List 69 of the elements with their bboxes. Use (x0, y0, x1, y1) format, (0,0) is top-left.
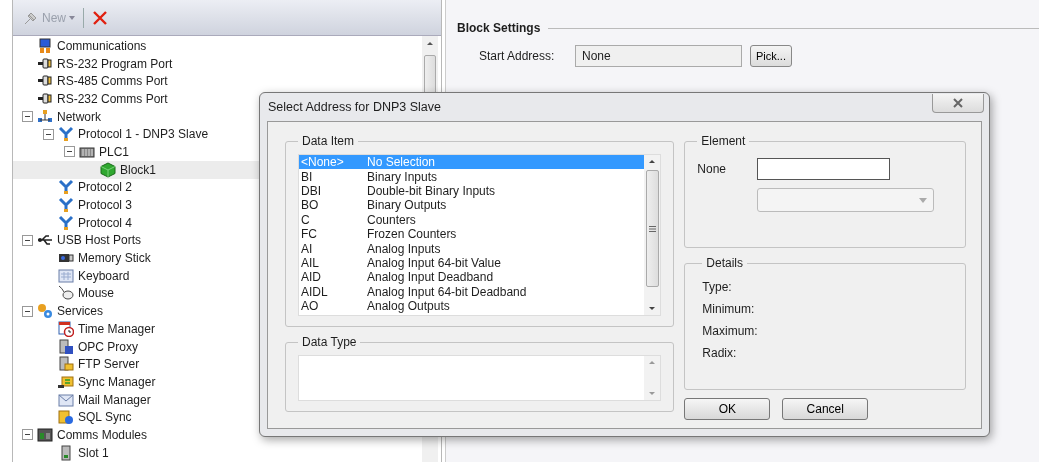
list-item[interactable]: DBI Double-bit Binary Inputs (299, 183, 645, 199)
fork-icon (58, 214, 74, 231)
network-icon (37, 108, 53, 125)
element-field[interactable] (757, 158, 891, 180)
section-title: Block Settings (457, 21, 541, 35)
tree-item[interactable]: Sync Manager (13, 373, 422, 391)
fork-icon (58, 197, 74, 214)
cube-icon (100, 161, 116, 178)
data-item-list[interactable] (298, 154, 662, 316)
dropdown-arrow-icon (919, 197, 928, 203)
element-label: None (697, 162, 727, 176)
collapse-icon[interactable] (22, 234, 33, 246)
fork-icon (58, 126, 74, 143)
list-item[interactable]: AIDL Analog Input 64-bit Deadband (299, 284, 645, 299)
start-address-field[interactable]: None (575, 45, 742, 67)
collapse-icon[interactable] (22, 305, 33, 317)
list-item[interactable]: BO Binary Outputs (299, 198, 645, 213)
tree-item[interactable]: FTP Server (13, 355, 422, 374)
detail-label: Minimum: (702, 302, 756, 316)
detail-label: Maximum: (702, 324, 759, 338)
list-item[interactable]: AID Analog Input Deadband (299, 270, 645, 285)
keyboard-icon (58, 267, 74, 284)
dialog-title: Select Address for DNP3 Slave (268, 100, 442, 114)
caret-icon (69, 15, 75, 20)
database-folder-icon (58, 409, 74, 426)
tree-item[interactable]: Time Manager (13, 320, 422, 338)
group-title: Details (705, 256, 744, 270)
connector-icon (37, 55, 53, 72)
collapse-icon[interactable] (43, 128, 54, 140)
card-slot-icon (58, 444, 74, 461)
list-item[interactable]: AIL Analog Input 64-bit Value (299, 255, 645, 271)
tree-item[interactable]: Mail Manager (13, 390, 422, 409)
detail-label: Radix: (702, 346, 738, 360)
x-icon (92, 9, 108, 26)
list-item[interactable]: AI Analog Inputs (299, 241, 645, 256)
group-title: Element (700, 134, 747, 148)
server-icon (58, 338, 74, 355)
list-item[interactable]: C Counters (299, 212, 645, 227)
scrollbar-thumb[interactable] (645, 170, 659, 287)
collapse-icon[interactable] (64, 146, 75, 158)
fork-icon (58, 179, 74, 196)
collapse-icon[interactable] (22, 111, 33, 123)
tree-item[interactable]: Communications (13, 37, 422, 55)
field-label: Start Address: (479, 49, 556, 63)
list-item[interactable]: FC Frozen Counters (299, 226, 645, 242)
ok-button[interactable]: OK (684, 398, 771, 420)
tree-item[interactable]: RS-485 Comms Port (13, 72, 422, 91)
group-title: Data Item (301, 134, 356, 148)
group-title: Data Type (301, 335, 358, 349)
list-item[interactable]: AO Analog Outputs (299, 298, 645, 314)
envelope-icon (58, 391, 74, 408)
monitor-icon (37, 37, 53, 54)
close-button[interactable] (932, 93, 984, 113)
grip-icon (648, 225, 656, 232)
collapse-icon[interactable] (22, 429, 33, 441)
tree-item[interactable]: Slot 1 (13, 443, 422, 462)
tree-item[interactable]: RS-232 Program Port (13, 54, 422, 73)
tree-item[interactable]: SQL Sync (13, 408, 422, 427)
calendar-clock-icon (58, 320, 74, 337)
module-rack-icon (37, 426, 53, 443)
cancel-button[interactable]: Cancel (782, 398, 869, 420)
close-icon (952, 97, 964, 108)
tree-item[interactable]: Comms Modules (13, 426, 422, 444)
detail-label: Type: (702, 280, 733, 294)
server-folder-icon (58, 356, 74, 373)
pick-button[interactable]: Pick... (750, 45, 792, 67)
mouse-icon (58, 285, 74, 302)
sync-folder-icon (58, 373, 74, 390)
connector-icon (37, 90, 53, 107)
